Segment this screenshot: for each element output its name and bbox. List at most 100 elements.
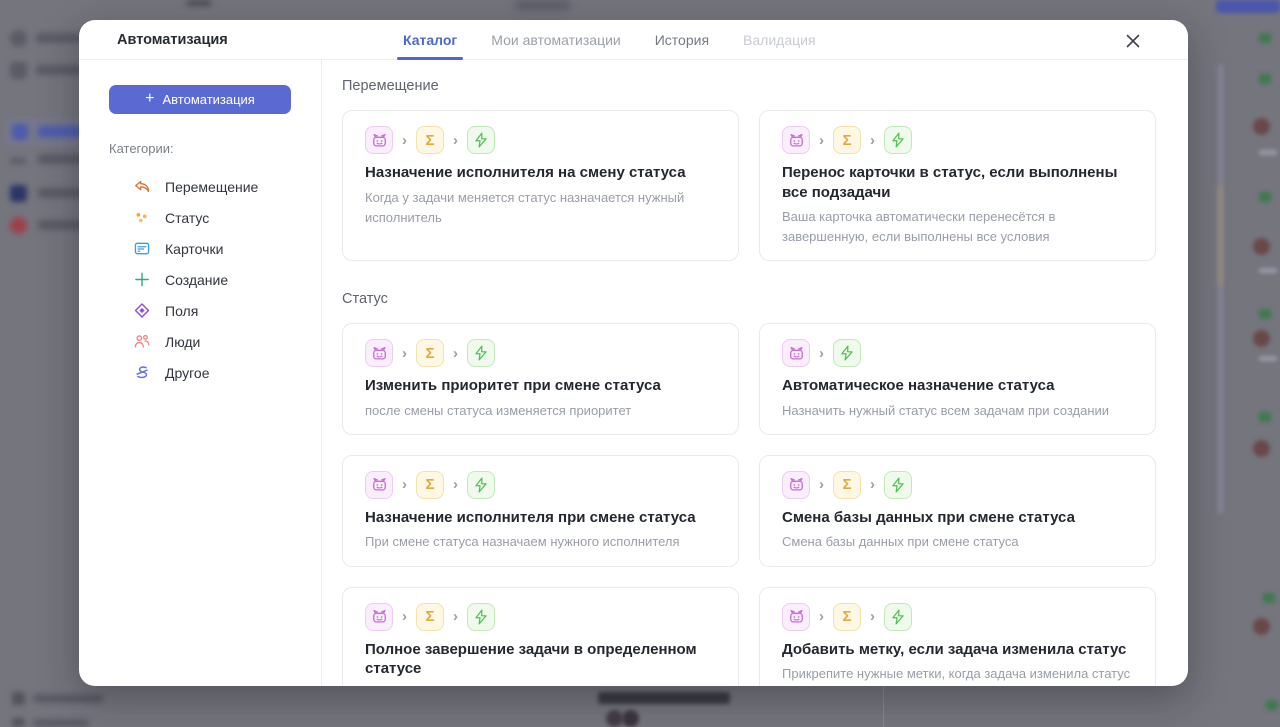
tab-0[interactable]: Каталог — [396, 20, 464, 60]
add-automation-label: Автоматизация — [162, 92, 255, 107]
bg-card-text — [1259, 356, 1277, 361]
robot-icon — [365, 470, 393, 499]
sigma-icon: Σ — [416, 470, 444, 499]
automation-modal: Автоматизация Каталог Мои автоматизации Ис… — [79, 20, 1188, 686]
bg-sidebar-icon — [12, 718, 25, 727]
category-item[interactable]: Люди — [109, 326, 321, 357]
automation-steps: › Σ › — [782, 470, 1133, 499]
category-item[interactable]: Создание — [109, 264, 321, 295]
card-description: Когда у задачи меняется статус назначает… — [365, 189, 685, 225]
robot-icon — [365, 126, 393, 154]
category-item[interactable]: Статус — [109, 202, 321, 233]
bg-sidebar-icon — [12, 692, 25, 705]
robot-icon — [365, 602, 393, 631]
bg-sidebar-icon — [10, 30, 27, 47]
bg-avatar — [1253, 618, 1270, 635]
automation-card[interactable]: › Σ › Перенос карточки в статус, если выпо… — [759, 110, 1156, 262]
chevron-right-icon: › — [819, 344, 824, 362]
card-grid: › Σ › Назначение исполнителя на смену стат… — [342, 110, 1156, 262]
category-item[interactable]: Перемещение — [109, 171, 321, 202]
chevron-right-icon: › — [453, 608, 458, 626]
automation-steps: › — [782, 339, 1133, 368]
bolt-icon — [884, 470, 912, 499]
bg-sidebar-icon — [10, 185, 27, 202]
status-dots-icon — [133, 209, 151, 227]
bolt-icon — [467, 602, 495, 631]
card-description: при перемещении задачи в определенный ст… — [365, 684, 716, 687]
bg-card-badge — [1263, 593, 1275, 603]
bg-avatar — [622, 710, 639, 727]
robot-icon — [782, 470, 810, 499]
bg-card-badge — [1259, 309, 1271, 319]
catalog-section: Статус › Σ › Изменить приоритет при смене … — [342, 291, 1156, 686]
modal-body: + Автоматизация Категории: Перемещение С… — [79, 60, 1188, 686]
card-title: Назначение исполнителя на смену статуса — [365, 164, 686, 181]
sigma-icon: Σ — [833, 126, 861, 154]
close-icon — [1126, 34, 1140, 48]
automation-card[interactable]: › Σ › Назначение исполнителя на смену стат… — [342, 110, 739, 262]
tab-1[interactable]: Мои автоматизации — [489, 20, 622, 59]
sigma-icon: Σ — [416, 602, 444, 631]
card-description: после смены статуса изменяется приоритет — [365, 402, 632, 418]
tab-2[interactable]: История — [653, 20, 711, 59]
automation-steps: › Σ › — [365, 470, 716, 499]
add-automation-button[interactable]: + Автоматизация — [109, 85, 291, 114]
card-title: Смена базы данных при смене статуса — [782, 508, 1075, 526]
catalog-content[interactable]: Перемещение › Σ › Назначение исполнителя н… — [322, 60, 1188, 686]
category-item[interactable]: Поля — [109, 295, 321, 326]
chevron-right-icon: › — [453, 131, 458, 149]
automation-card[interactable]: › Σ › Назначение исполнителя при смене ста… — [342, 454, 739, 567]
chevron-right-icon: › — [402, 476, 407, 494]
bolt-icon — [467, 126, 495, 154]
robot-icon — [782, 339, 810, 368]
card-title: Изменить приоритет при смене статуса — [365, 377, 661, 395]
category-item[interactable]: Карточки — [109, 233, 321, 264]
chevron-right-icon: › — [453, 344, 458, 362]
bg-avatar — [1253, 118, 1270, 135]
robot-icon — [782, 126, 810, 154]
bg-sidebar-text — [33, 694, 103, 703]
card-grid: › Σ › Изменить приоритет при смене статуса… — [342, 323, 1156, 686]
card-description: Ваша карточка автоматически перенесётся … — [782, 209, 1056, 245]
automation-card[interactable]: › Автоматическое назначение статуса Назн… — [759, 323, 1156, 435]
chevron-right-icon: › — [870, 476, 875, 494]
bg-avatar — [606, 710, 623, 727]
bg-shape — [186, 0, 212, 6]
categories-label: Категории: — [109, 141, 174, 156]
bg-card-text — [1259, 150, 1277, 155]
sigma-icon: Σ — [833, 470, 861, 499]
close-button[interactable] — [1122, 30, 1144, 52]
automation-card[interactable]: › Σ › Смена базы данных при смене статуса … — [759, 454, 1156, 567]
card-title: Добавить метку, если задача изменила ста… — [782, 640, 1127, 658]
bg-card-badge — [1259, 192, 1271, 202]
chevron-right-icon: › — [402, 608, 407, 626]
category-item[interactable]: Другое — [109, 357, 321, 388]
bolt-icon — [833, 339, 861, 368]
chevron-right-icon: › — [453, 476, 458, 494]
modal-title: Автоматизация — [117, 32, 228, 48]
swirl-icon — [133, 364, 151, 382]
people-icon — [133, 333, 151, 351]
sigma-icon: Σ — [833, 602, 861, 631]
catalog-section: Перемещение › Σ › Назначение исполнителя н… — [342, 78, 1156, 262]
card-title: Полное завершение задачи в определенном … — [365, 640, 697, 678]
card-icon — [133, 240, 151, 258]
chevron-right-icon: › — [819, 476, 824, 494]
sigma-icon: Σ — [416, 339, 444, 368]
card-description: Назначить нужный статус всем задачам при… — [782, 402, 1110, 418]
automation-card[interactable]: › Σ › Добавить метку, если задача изменила… — [759, 586, 1156, 686]
bolt-icon — [884, 602, 912, 631]
automation-card[interactable]: › Σ › Изменить приоритет при смене статуса… — [342, 323, 739, 435]
diamond-icon — [133, 302, 151, 320]
card-description: Смена базы данных при смене статуса — [782, 534, 1019, 550]
tab-3[interactable]: Валидация — [741, 20, 818, 59]
chevron-right-icon: › — [819, 131, 824, 149]
modal-header: Автоматизация Каталог Мои автоматизации Ис… — [79, 20, 1188, 60]
automation-steps: › Σ › — [782, 126, 1133, 154]
bg-search-blob — [515, 0, 570, 10]
chevron-right-icon: › — [819, 608, 824, 626]
bg-sidebar-icon — [10, 158, 26, 164]
automation-card[interactable]: › Σ › Полное завершение задачи в определен… — [342, 586, 739, 687]
bg-column-title — [598, 692, 730, 704]
section-title: Перемещение — [342, 78, 439, 94]
